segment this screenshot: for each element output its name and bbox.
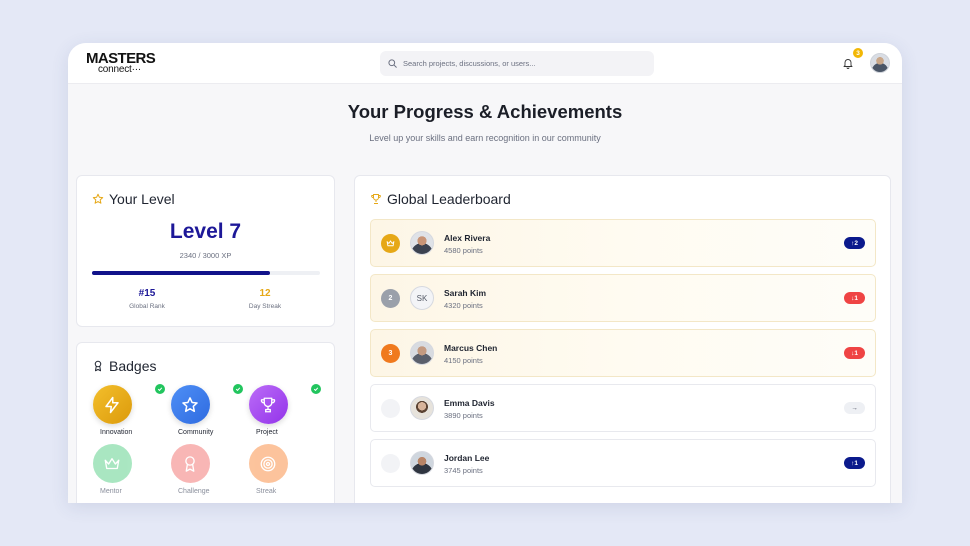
xp-progress-fill [92, 271, 270, 275]
bell-icon[interactable] [842, 57, 854, 69]
user-name: Emma Davis [444, 398, 495, 408]
badge-label: Project [256, 429, 278, 436]
user-points: 4150 points [444, 356, 483, 365]
rank-number: 5 [381, 454, 400, 473]
avatar [410, 341, 434, 365]
leaderboard-title: Global Leaderboard [387, 191, 511, 207]
page-subtitle: Level up your skills and earn recognitio… [369, 133, 601, 143]
level-card-header: Your Level [92, 191, 175, 207]
badge-mentor[interactable]: Mentor [82, 444, 142, 495]
rank-number: 2 [381, 289, 400, 308]
day-streak-stat: 12 Day Streak [210, 288, 320, 310]
badge-challenge[interactable]: Challenge [160, 444, 220, 495]
badge-streak[interactable]: Streak [238, 444, 298, 495]
rank-number: 3 [381, 344, 400, 363]
user-name: Marcus Chen [444, 343, 498, 353]
global-rank-stat: #15 Global Rank [92, 288, 202, 310]
leaderboard-header: Global Leaderboard [370, 191, 511, 207]
level-card: Your Level Level 7 2340 / 3000 XP #15 Gl… [76, 175, 335, 327]
search-input[interactable]: Search projects, discussions, or users..… [380, 51, 654, 76]
rank-trend-badge: ↓1 [844, 292, 865, 304]
badge-innovation[interactable]: Innovation [82, 385, 142, 436]
badges-card-title: Badges [109, 358, 157, 374]
crown-icon [92, 444, 132, 483]
notification-badge: 3 [853, 48, 863, 58]
day-streak-value: 12 [259, 288, 271, 299]
badge-label: Challenge [178, 488, 210, 495]
target-icon [248, 444, 288, 483]
avatar [410, 451, 434, 475]
user-points: 4580 points [444, 246, 483, 255]
user-name: Sarah Kim [444, 288, 487, 298]
badge-label: Community [178, 429, 214, 436]
star-icon [170, 385, 210, 424]
award-icon [94, 360, 102, 372]
crown-icon [381, 234, 400, 253]
star-icon [92, 193, 104, 204]
level-value: Level 7 [169, 220, 242, 243]
top-navbar: MASTERS connect··· Search projects, disc… [68, 43, 902, 84]
global-rank-label: Global Rank [129, 303, 165, 310]
leaderboard-card: Global Leaderboard Alex Rivera 4580 poin… [354, 175, 891, 503]
rank-number: 4 [381, 399, 400, 418]
award-icon [170, 444, 210, 483]
badge-project[interactable]: Project [238, 385, 298, 436]
avatar [410, 396, 434, 420]
check-icon [311, 384, 321, 394]
avatar: SK [410, 286, 434, 310]
app-window: MASTERS connect··· Search projects, disc… [68, 43, 902, 503]
xp-text: 2340 / 3000 XP [179, 251, 232, 260]
user-avatar[interactable] [870, 53, 890, 73]
badges-card-header: Badges [92, 358, 156, 374]
badge-community[interactable]: Community [160, 385, 220, 436]
avatar [410, 231, 434, 255]
rank-trend-badge: ↑1 [844, 457, 865, 469]
user-name: Alex Rivera [444, 233, 491, 243]
user-points: 3890 points [444, 411, 483, 420]
level-card-title: Your Level [109, 191, 175, 207]
search-icon [388, 59, 397, 68]
badge-label: Streak [256, 488, 277, 495]
leaderboard-row[interactable]: 5 Jordan Lee 3745 points ↑1 [370, 439, 876, 487]
leaderboard-row[interactable]: Alex Rivera 4580 points ↑2 [370, 219, 876, 267]
trophy-icon [248, 385, 288, 424]
brand-logo[interactable]: MASTERS connect··· [86, 51, 156, 75]
leaderboard-row[interactable]: 2 SK Sarah Kim 4320 points ↓1 [370, 274, 876, 322]
day-streak-label: Day Streak [248, 303, 282, 310]
leaderboard-row[interactable]: 3 Marcus Chen 4150 points ↓1 [370, 329, 876, 377]
badges-card: Badges Innovation Community Project Ment… [76, 342, 335, 503]
trophy-icon [371, 194, 381, 204]
user-name: Jordan Lee [444, 453, 490, 463]
user-points: 3745 points [444, 466, 483, 475]
search-placeholder: Search projects, discussions, or users..… [403, 59, 536, 68]
badge-label: Mentor [100, 488, 122, 495]
rank-trend-badge: ↓1 [844, 347, 865, 359]
badge-label: Innovation [100, 429, 133, 436]
rank-trend-badge: ↑2 [844, 237, 865, 249]
page-title: Your Progress & Achievements [347, 101, 623, 122]
xp-progress-bar [92, 271, 320, 275]
user-points: 4320 points [444, 301, 483, 310]
rank-trend-badge: → [844, 402, 865, 414]
leaderboard-row[interactable]: 4 Emma Davis 3890 points → [370, 384, 876, 432]
global-rank-value: #15 [138, 288, 156, 299]
lightning-icon [92, 385, 132, 424]
